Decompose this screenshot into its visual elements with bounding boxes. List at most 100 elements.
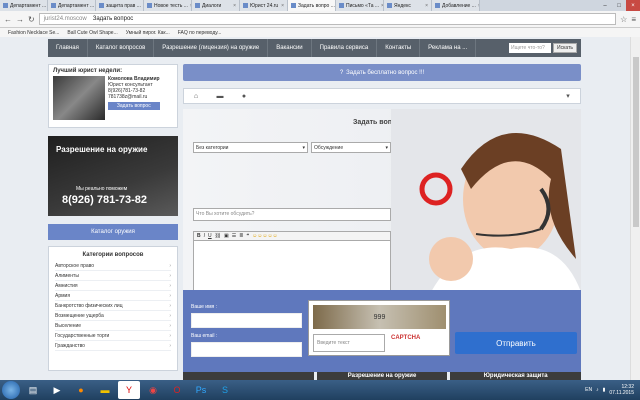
favicon-icon [243,3,248,8]
close-window-icon[interactable]: × [626,0,640,11]
url-text: jurist24.moscow [43,16,87,22]
bottom-banner[interactable] [183,372,314,380]
skype-icon[interactable]: S [214,381,236,399]
nav-item-rules[interactable]: Правила сервиса [312,39,378,57]
numbered-list-icon[interactable]: ≣ [239,233,243,239]
bookmarks-bar: Fashion Necklace Se... Ball Cute Owl Sha… [0,28,640,37]
browser-tab[interactable]: защита прав ...× [96,0,144,11]
browser-tab[interactable]: Диалоги × [192,0,240,11]
bookmark-item[interactable]: FAQ по переводу... [178,30,222,36]
browser-tab[interactable]: Новое тесть ...× [144,0,192,11]
reload-icon[interactable]: ↻ [28,15,35,24]
topic-input[interactable]: Что Вы хотите обсудить? [193,208,391,221]
browser-menu-icon[interactable]: ≡ [631,15,636,24]
chevron-right-icon: › [169,322,171,329]
category-item[interactable]: Выселение › [55,321,171,331]
category-item[interactable]: Авторское право › [55,261,171,271]
captcha-box: 999 Введите текст CAPTCHA [308,300,450,356]
bookmark-item[interactable]: Fashion Necklace Se... [8,30,59,36]
nav-item-license[interactable]: Разрешение (лицензия) на оружие [154,39,269,57]
search-input[interactable]: Ищете что-то? [509,43,552,53]
nav-item-ads[interactable]: Реклама на ... [420,39,477,57]
category-select[interactable]: Без категории ▾ [193,142,308,153]
bookmark-star-icon[interactable]: ☆ [620,15,627,24]
user-icon[interactable]: ● [232,93,256,100]
nav-item-home[interactable]: Главная [48,39,88,57]
browser-tab[interactable]: Яндекс × [384,0,432,11]
category-item[interactable]: Амнистия › [55,281,171,291]
category-item[interactable]: Армия › [55,291,171,301]
name-input[interactable] [191,313,302,328]
browser-tab-active[interactable]: Задать вопро ...× [288,0,336,11]
free-question-button[interactable]: ? Задать бесплатно вопрос !!! [183,64,581,81]
bookmark-item[interactable]: Умный пирог. Как... [126,30,170,36]
url-field[interactable]: jurist24.moscow Задать вопрос [38,13,617,25]
browser-tab[interactable]: Добавление ...× [432,0,480,11]
underline-icon[interactable]: U [208,233,212,239]
ask-question-form: Задать вопрос Без категории ▾ Обсуждение ▾… [183,109,581,318]
chevron-right-icon: › [169,292,171,299]
nav-item-contacts[interactable]: Контакты [377,39,421,57]
yandex-icon[interactable]: Y [118,381,140,399]
smile-icon[interactable]: ☺☺☺☺☺ [252,233,278,239]
image-icon[interactable]: ▣ [224,233,229,239]
firefox-icon[interactable]: ● [70,381,92,399]
nav-item-vacancies[interactable]: Вакансии [268,39,312,57]
close-tab-icon[interactable]: × [281,3,284,9]
back-icon[interactable]: ← [4,15,12,24]
language-indicator[interactable]: EN [585,387,592,393]
italic-icon[interactable]: I [204,233,205,239]
close-tab-icon[interactable]: × [425,3,428,9]
photoshop-icon[interactable]: Ps [190,381,212,399]
maximize-icon[interactable]: □ [612,0,626,11]
explorer-icon[interactable]: ▤ [22,381,44,399]
clock[interactable]: 12:32 07.11.2015 [609,384,634,396]
name-label: Ваше имя : [191,304,218,310]
bold-icon[interactable]: B [197,233,201,239]
search-button[interactable]: Искать [553,43,577,53]
ask-lawyer-button[interactable]: Задать вопрос [108,102,160,110]
quote-icon[interactable]: ❝ [246,233,249,239]
close-tab-icon[interactable]: × [233,3,236,9]
submit-button[interactable]: Отправить [455,332,577,354]
bottom-banner[interactable]: Юридическая защита [450,372,582,380]
link-icon[interactable]: ⛓ [215,233,221,239]
browser-tab[interactable]: Департамент ...× [0,0,48,11]
home-icon[interactable]: ⌂ [184,93,208,100]
lock-icon[interactable]: ▾ [556,92,580,100]
forward-icon[interactable]: → [16,15,24,24]
type-select[interactable]: Обсуждение ▾ [311,142,391,153]
chrome-icon[interactable]: ◉ [142,381,164,399]
bookmark-item[interactable]: Ball Cute Owl Shape... [67,30,117,36]
page-scrollbar[interactable] [630,37,640,380]
category-item[interactable]: Банкротство физических лиц › [55,301,171,311]
opera-icon[interactable]: O [166,381,188,399]
browser-tab[interactable]: Юрист 24.ru × [240,0,288,11]
banner-title: Разрешение на оружие [56,145,148,154]
weapon-license-banner[interactable]: Разрешение на оружие Мы реально поможем … [48,136,178,216]
browser-tab[interactable]: Письмо «Та ... × [336,0,384,11]
scrollbar-thumb[interactable] [633,57,639,227]
browser-tab[interactable]: Департамент ...× [48,0,96,11]
bottom-banner[interactable]: Разрешение на оружие [316,372,448,380]
volume-icon[interactable]: ♪ [596,387,599,393]
favicon-icon [291,3,296,8]
folder-icon[interactable]: ▬ [94,381,116,399]
media-player-icon[interactable]: ▶ [46,381,68,399]
category-item[interactable]: Гражданство › [55,341,171,351]
category-item[interactable]: Алименты › [55,271,171,281]
minimize-icon[interactable]: – [598,0,612,11]
category-item[interactable]: Государственные торги › [55,331,171,341]
network-icon[interactable]: ▮ [603,387,606,393]
weapon-catalog-button[interactable]: Каталог оружия [48,224,178,240]
folder-icon[interactable]: ▬ [208,93,232,100]
favicon-icon [147,3,152,8]
lawyer-photo [53,76,105,120]
list-icon[interactable]: ☰ [232,233,236,239]
category-item[interactable]: Возмещение ущерба › [55,311,171,321]
nav-item-catalog[interactable]: Каталог вопросов [88,39,155,57]
start-button[interactable] [2,381,20,399]
captcha-input[interactable]: Введите текст [313,334,385,352]
email-input[interactable] [191,342,302,357]
close-tab-icon[interactable]: × [478,3,479,9]
